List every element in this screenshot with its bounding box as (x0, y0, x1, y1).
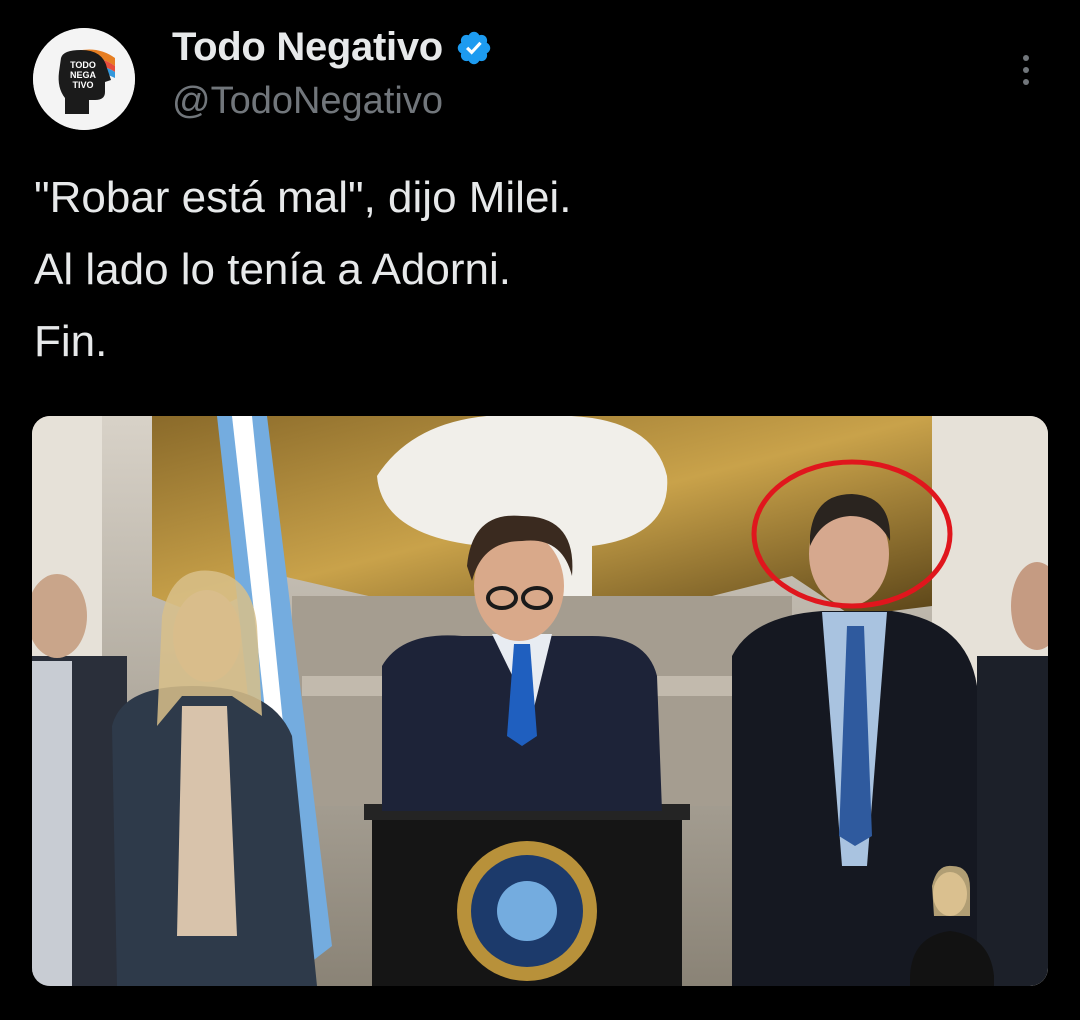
more-options-icon[interactable] (1011, 50, 1041, 90)
tweet-card: TODO NEGA TIVO Todo Negativo @TodoNegati… (0, 0, 1080, 1020)
avatar-logo-line-1: TODO (70, 60, 96, 70)
author-display-name[interactable]: Todo Negativo (172, 25, 443, 70)
tweet-text-line-3: Fin. (34, 317, 108, 366)
tweet-photo[interactable] (32, 416, 1048, 986)
more-dot (1023, 79, 1029, 85)
author-handle[interactable]: @TodoNegativo (172, 80, 443, 123)
more-dot (1023, 67, 1029, 73)
avatar-logo-line-2: NEGA (70, 70, 97, 80)
tweet-text-line-2: Al lado lo tenía a Adorni. (34, 245, 511, 294)
verified-badge-icon[interactable] (455, 29, 493, 67)
avatar-logo-line-3: TIVO (72, 80, 93, 90)
tweet-text: "Robar está mal", dijo Milei. Al lado lo… (34, 162, 1044, 378)
author-name-row: Todo Negativo (172, 22, 493, 72)
more-dot (1023, 55, 1029, 61)
author-avatar[interactable]: TODO NEGA TIVO (33, 28, 135, 130)
tweet-text-line-1: "Robar está mal", dijo Milei. (34, 173, 572, 222)
